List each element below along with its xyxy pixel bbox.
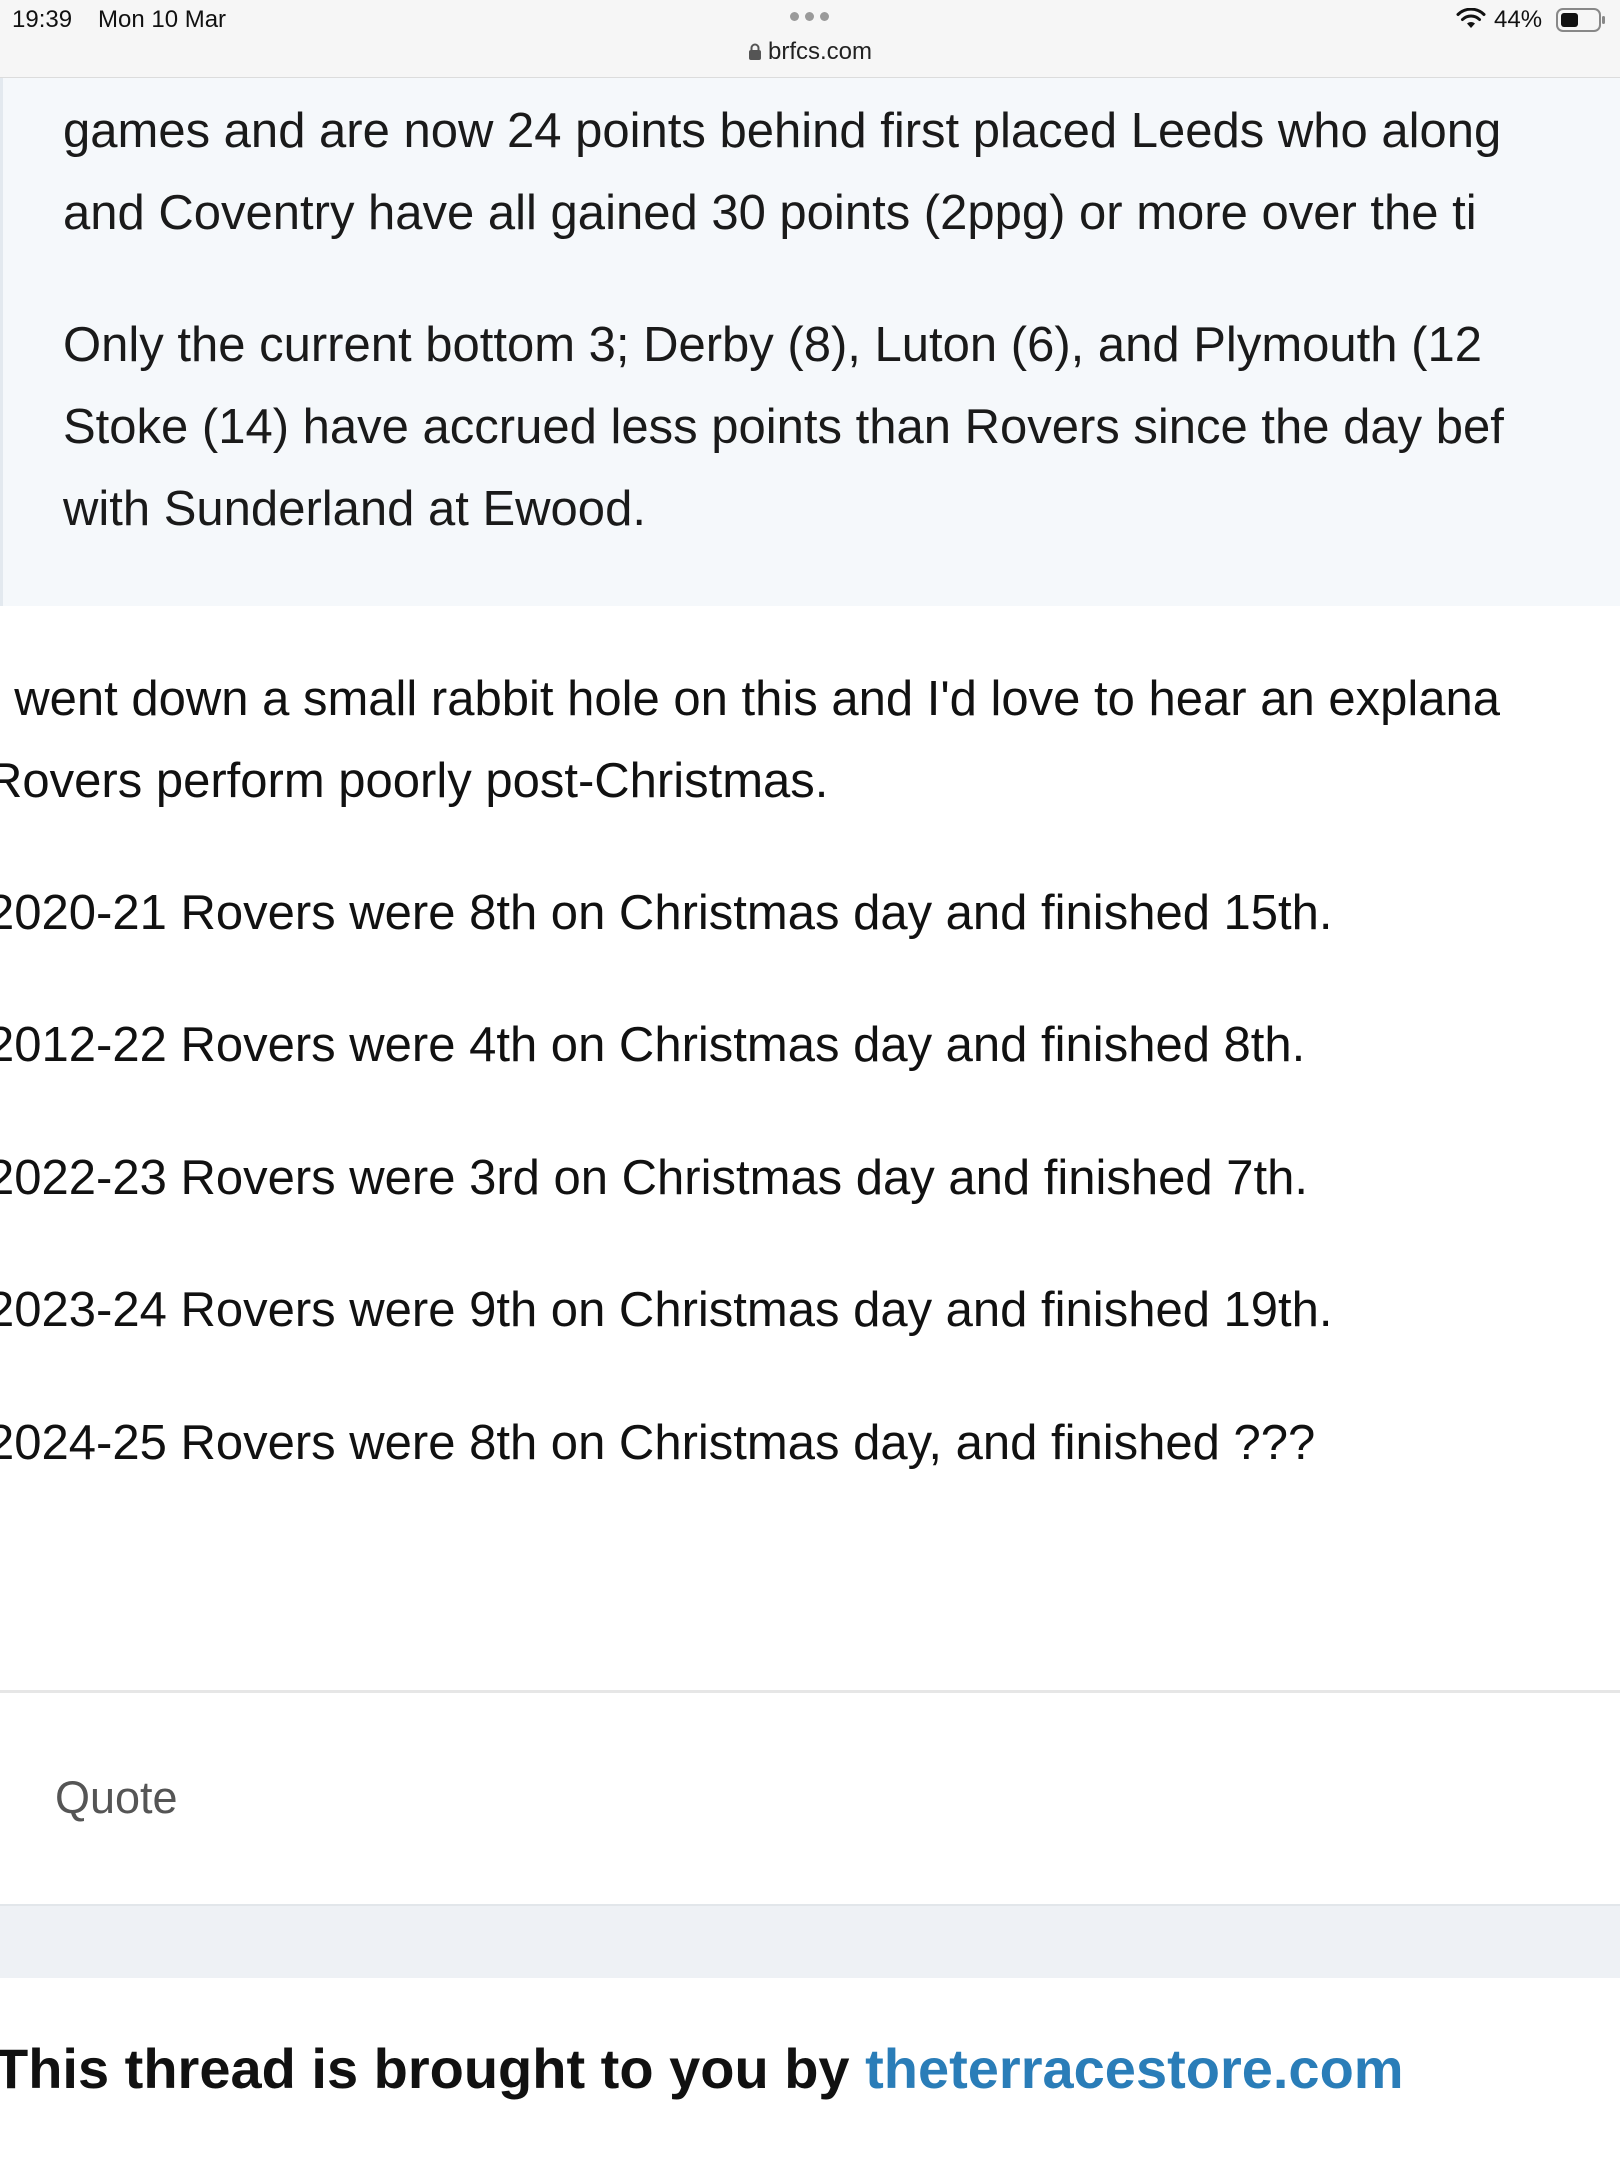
- page: 19:39 Mon 10 Mar brfcs.com 44% games and…: [0, 0, 1620, 2160]
- sponsor-link[interactable]: theterracestore.com: [865, 2037, 1403, 2100]
- season-line: 2022-23 Rovers were 3rd on Christmas day…: [0, 1151, 1308, 1205]
- post-line: Rovers perform poorly post-Christmas.: [0, 754, 829, 808]
- sponsor-text: This thread is brought to you by: [0, 2037, 866, 2100]
- status-time: 19:39: [12, 6, 73, 33]
- quote-line: with Sunderland at Ewood.: [63, 482, 646, 536]
- lock-icon: [748, 43, 761, 60]
- season-line: 2012-22 Rovers were 4th on Christmas day…: [0, 1018, 1306, 1072]
- battery-icon: [1556, 8, 1605, 32]
- status-bar: 19:39 Mon 10 Mar brfcs.com 44%: [0, 0, 1620, 78]
- post-intro: I went down a small rabbit hole on this …: [0, 658, 1500, 822]
- section-separator: [0, 1904, 1620, 1978]
- address-bar[interactable]: brfcs.com: [0, 38, 1620, 66]
- quote-paragraph-2: Only the current bottom 3; Derby (8), Lu…: [63, 304, 1504, 550]
- season-line: 2024-25 Rovers were 8th on Christmas day…: [0, 1416, 1316, 1470]
- wifi-icon: [1456, 8, 1486, 28]
- url-text: brfcs.com: [767, 38, 872, 65]
- quote-paragraph-1: games and are now 24 points behind first…: [63, 90, 1501, 254]
- season-line: 2023-24 Rovers were 9th on Christmas day…: [0, 1283, 1333, 1337]
- quote-line: and Coventry have all gained 30 points (…: [63, 186, 1477, 240]
- season-line: 2020-21 Rovers were 8th on Christmas day…: [0, 886, 1333, 940]
- tab-overview-dots-icon[interactable]: [787, 8, 833, 28]
- quote-line: games and are now 24 points behind first…: [63, 104, 1502, 158]
- quote-button[interactable]: Quote: [55, 1772, 178, 1824]
- sponsor-banner: This thread is brought to you by theterr…: [0, 2036, 1404, 2101]
- quoted-post-block: games and are now 24 points behind first…: [0, 78, 1620, 606]
- post-divider: [0, 1690, 1620, 1693]
- quote-line: Only the current bottom 3; Derby (8), Lu…: [63, 318, 1482, 372]
- post-line: I went down a small rabbit hole on this …: [0, 672, 1500, 726]
- status-date: Mon 10 Mar: [98, 6, 227, 33]
- battery-percentage: 44%: [1494, 6, 1543, 33]
- quote-line: Stoke (14) have accrued less points than…: [63, 400, 1504, 454]
